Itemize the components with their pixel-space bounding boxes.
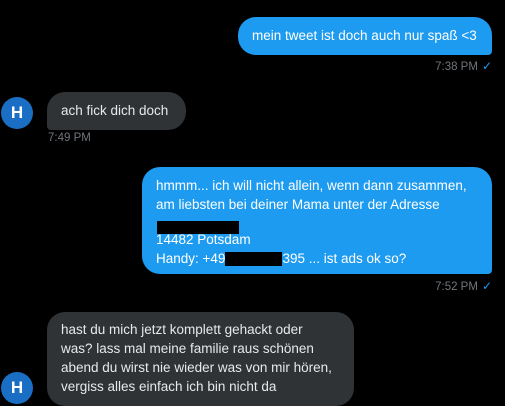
message-timestamp: 7:49 PM (48, 132, 91, 144)
timestamp-text: 7:52 PM (435, 281, 478, 293)
message-line: am liebsten bei deiner Mama unter der Ad… (156, 197, 440, 212)
avatar[interactable]: H (1, 372, 33, 404)
message-line: abend du wirst nie wieder was von mir hö… (61, 360, 332, 375)
message-line: 14482 Potsdam (156, 232, 251, 247)
avatar-initial: H (10, 378, 24, 397)
message-timestamp: 7:38 PM ✓ (435, 59, 492, 73)
outgoing-message-bubble[interactable]: hmmm... ich will nicht allein, wenn dann… (142, 167, 492, 274)
check-icon: ✓ (481, 279, 492, 293)
phone-line: Handy: +49 395 ... ist ads ok so? (156, 249, 478, 268)
message-line: hast du mich jetzt komplett gehackt oder (61, 322, 303, 337)
message-text: ach fick dich doch (61, 103, 169, 118)
message-line: hmmm... ich will nicht allein, wenn dann… (156, 178, 467, 193)
phone-suffix: 395 ... ist ads ok so? (282, 251, 407, 266)
redacted-line (156, 214, 478, 234)
redaction-bar (225, 252, 283, 267)
message-timestamp: 7:52 PM ✓ (435, 279, 492, 293)
message-line: was? lass mal meine familie raus schönen (61, 341, 314, 356)
phone-prefix: Handy: +49 (156, 251, 226, 266)
message-text: mein tweet ist doch auch nur spaß <3 (252, 28, 477, 43)
avatar-initial: H (10, 103, 24, 122)
message-line: vergiss alles einfach ich bin nicht da (61, 379, 277, 394)
timestamp-text: 7:38 PM (435, 61, 478, 73)
outgoing-message-bubble[interactable]: mein tweet ist doch auch nur spaß <3 (238, 17, 492, 55)
incoming-message-bubble[interactable]: hast du mich jetzt komplett gehackt oder… (47, 312, 354, 406)
incoming-message-bubble[interactable]: ach fick dich doch (47, 92, 186, 130)
avatar[interactable]: H (1, 97, 33, 129)
check-icon: ✓ (481, 59, 492, 73)
